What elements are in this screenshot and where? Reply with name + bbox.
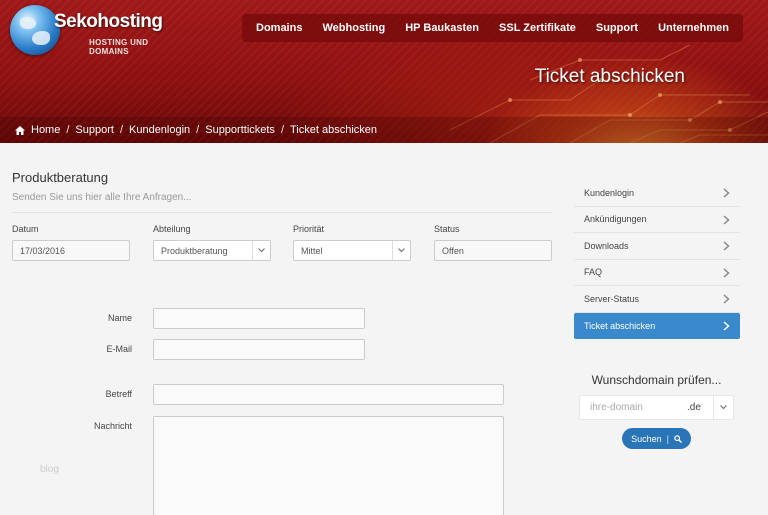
status-value: Offen <box>442 246 464 256</box>
sidebar-item-label: Ticket abschicken <box>584 320 656 331</box>
sidebar-menu: Kundenlogin Ankündigungen Downloads FAQ … <box>574 180 740 339</box>
sidebar-item-ankuendigungen[interactable]: Ankündigungen <box>574 207 740 233</box>
datum-field: 17/03/2016 <box>12 240 130 261</box>
nav-item-support[interactable]: Support <box>590 22 644 34</box>
breadcrumb-support[interactable]: Support <box>75 124 114 136</box>
abteilung-value: Produktberatung <box>161 246 228 256</box>
breadcrumb-kundenlogin[interactable]: Kundenlogin <box>129 124 190 136</box>
domain-check-title: Wunschdomain prüfen... <box>591 373 722 387</box>
chevron-right-icon <box>723 294 730 304</box>
tld-select-value[interactable]: .de <box>687 402 701 413</box>
chevron-right-icon <box>723 214 730 225</box>
page-heading: Ticket abschicken <box>534 66 685 87</box>
sidebar-item-faq[interactable]: FAQ <box>574 260 740 286</box>
search-button-label: Suchen <box>631 433 662 444</box>
status-field: Offen <box>434 240 552 261</box>
blog-watermark: blog <box>40 464 59 475</box>
sidebar-item-kundenlogin[interactable]: Kundenlogin <box>574 180 740 207</box>
prioritaet-label: Priorität <box>293 224 325 234</box>
sidebar-item-label: Ankündigungen <box>584 214 647 225</box>
breadcrumb-separator: / <box>280 124 284 136</box>
nachricht-textarea[interactable] <box>153 416 504 515</box>
form-subtitle: Senden Sie uns hier alle Ihre Anfragen..… <box>12 192 192 203</box>
logo-tagline: HOSTING UND DOMAINS <box>89 38 149 56</box>
abteilung-label: Abteilung <box>153 224 191 234</box>
domain-search-row: .de <box>579 395 734 420</box>
main-navigation: Domains Webhosting HP Baukasten SSL Zert… <box>242 14 743 42</box>
name-label: Name <box>107 313 132 323</box>
nav-item-hp-baukasten[interactable]: HP Baukasten <box>399 22 485 34</box>
nav-item-ssl-zertifikate[interactable]: SSL Zertifikate <box>493 22 582 34</box>
divider <box>12 212 553 213</box>
domain-check-widget: Wunschdomain prüfen... .de Suchen | <box>579 373 734 449</box>
status-label: Status <box>434 224 460 234</box>
sidebar-item-label: Server-Status <box>584 293 640 304</box>
nav-item-webhosting[interactable]: Webhosting <box>316 22 391 34</box>
chevron-down-icon[interactable] <box>713 396 733 419</box>
breadcrumb-supporttickets[interactable]: Supporttickets <box>205 124 275 136</box>
chevron-down-icon <box>252 241 270 260</box>
sidebar-item-downloads[interactable]: Downloads <box>574 233 740 260</box>
betreff-input[interactable] <box>153 384 504 405</box>
domain-search-button[interactable]: Suchen | <box>622 428 691 449</box>
search-icon <box>674 434 682 443</box>
nav-item-unternehmen[interactable]: Unternehmen <box>652 22 735 34</box>
nav-item-domains[interactable]: Domains <box>250 22 308 34</box>
button-divider: | <box>666 433 669 444</box>
betreff-label: Betreff <box>105 389 132 399</box>
logo-name: Sekohosting <box>54 11 163 32</box>
chevron-right-icon <box>723 241 730 251</box>
sidebar-item-label: Kundenlogin <box>584 187 635 198</box>
globe-icon <box>10 5 60 55</box>
sidebar-item-ticket-abschicken[interactable]: Ticket abschicken <box>574 312 740 339</box>
chevron-right-icon <box>723 188 730 198</box>
site-header: Sekohosting HOSTING UND DOMAINS Domains … <box>0 0 768 143</box>
nachricht-label: Nachricht <box>93 421 132 431</box>
chevron-down-icon <box>392 241 410 260</box>
prioritaet-value: Mittel <box>301 246 323 256</box>
breadcrumb-separator: / <box>66 124 70 136</box>
breadcrumb-separator: / <box>119 124 123 136</box>
prioritaet-select[interactable]: Mittel <box>293 240 411 261</box>
datum-value: 17/03/2016 <box>20 246 66 256</box>
form-title: Produktberatung <box>12 170 109 185</box>
abteilung-select[interactable]: Produktberatung <box>153 240 271 261</box>
chevron-right-icon <box>723 320 730 331</box>
breadcrumb-separator: / <box>196 124 200 136</box>
home-icon <box>15 125 25 135</box>
sidebar-item-label: FAQ <box>584 267 603 278</box>
email-input[interactable] <box>153 339 365 360</box>
datum-label: Datum <box>12 224 39 234</box>
domain-search-input[interactable] <box>580 396 685 419</box>
site-logo[interactable]: Sekohosting HOSTING UND DOMAINS <box>10 5 180 56</box>
name-input[interactable] <box>153 308 365 329</box>
email-label: E-Mail <box>106 344 132 354</box>
chevron-right-icon <box>723 267 730 278</box>
ticket-form: Produktberatung Senden Sie uns hier alle… <box>0 143 560 515</box>
sidebar-item-label: Downloads <box>584 240 629 251</box>
breadcrumb-home[interactable]: Home <box>31 124 60 136</box>
sidebar-item-server-status[interactable]: Server-Status <box>574 286 740 313</box>
breadcrumb: Home / Support / Kundenlogin / Supportti… <box>0 117 768 143</box>
breadcrumb-current: Ticket abschicken <box>290 124 378 136</box>
